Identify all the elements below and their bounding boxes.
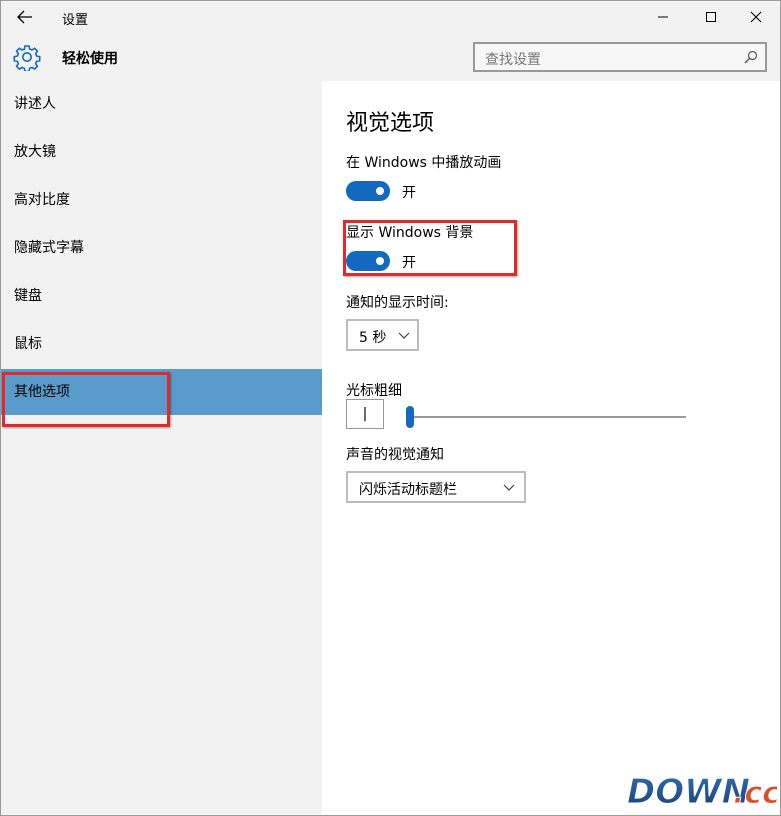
animation-label: 在 Windows 中播放动画 xyxy=(346,155,502,171)
visual-notification-label: 声音的视觉通知 xyxy=(346,447,444,463)
search-icon[interactable] xyxy=(743,49,759,65)
notification-duration-dropdown[interactable]: 5 秒 xyxy=(346,319,419,351)
main-content: 视觉选项 在 Windows 中播放动画 开 显示 Windows 背景 开 通… xyxy=(322,81,780,815)
chevron-down-icon xyxy=(503,484,515,491)
search-placeholder: 查找设置 xyxy=(485,52,541,68)
maximize-button[interactable] xyxy=(689,1,733,33)
notification-duration-value: 5 秒 xyxy=(359,330,387,346)
visual-notification-value: 闪烁活动标题栏 xyxy=(359,482,457,498)
sidebar-item-keyboard[interactable]: 键盘 xyxy=(1,273,322,319)
sidebar: 讲述人 放大镜 高对比度 隐藏式字幕 键盘 鼠标 其他选项 xyxy=(1,81,322,815)
animation-toggle-state: 开 xyxy=(402,185,416,201)
section-title: 视觉选项 xyxy=(346,111,435,136)
sidebar-item-label: 讲述人 xyxy=(14,96,56,112)
sidebar-item-label: 键盘 xyxy=(14,288,42,304)
cursor-thickness-label: 光标粗细 xyxy=(346,383,402,399)
cursor-thickness-slider[interactable] xyxy=(406,416,686,418)
slider-thumb[interactable] xyxy=(406,406,414,428)
sidebar-item-narrator[interactable]: 讲述人 xyxy=(1,81,322,127)
sidebar-item-label: 高对比度 xyxy=(14,192,70,208)
back-arrow-icon xyxy=(17,10,32,24)
minimize-icon xyxy=(658,16,668,18)
back-button[interactable] xyxy=(9,5,41,29)
cursor-thickness-preview: | xyxy=(346,399,384,429)
gear-icon xyxy=(13,45,41,71)
close-button[interactable] xyxy=(734,1,778,33)
page-header: 轻松使用 查找设置 xyxy=(1,33,780,81)
sidebar-item-closed-captions[interactable]: 隐藏式字幕 xyxy=(1,225,322,271)
title-bar: 设置 xyxy=(1,1,780,33)
sidebar-item-mouse[interactable]: 鼠标 xyxy=(1,321,322,367)
animation-toggle[interactable] xyxy=(346,181,390,201)
toggle-knob xyxy=(376,187,384,195)
sidebar-item-label: 放大镜 xyxy=(14,144,56,160)
close-icon xyxy=(750,11,762,23)
sidebar-item-label: 鼠标 xyxy=(14,336,42,352)
settings-window: 设置 轻松使用 查找设置 讲述人 放大镜 高对比度 隐藏式字幕 键盘 鼠标 其他… xyxy=(0,0,781,816)
sidebar-item-label: 隐藏式字幕 xyxy=(14,240,84,256)
window-title: 设置 xyxy=(62,13,89,28)
chevron-down-icon xyxy=(398,332,410,339)
highlight-box-background xyxy=(343,220,517,276)
minimize-button[interactable] xyxy=(641,1,685,33)
sidebar-item-magnifier[interactable]: 放大镜 xyxy=(1,129,322,175)
page-title: 轻松使用 xyxy=(62,51,118,67)
sidebar-item-high-contrast[interactable]: 高对比度 xyxy=(1,177,322,223)
search-box[interactable]: 查找设置 xyxy=(473,42,767,72)
visual-notification-dropdown[interactable]: 闪烁活动标题栏 xyxy=(346,471,526,503)
notification-duration-label: 通知的显示时间: xyxy=(346,295,449,311)
svg-text:.cc: .cc xyxy=(733,776,777,811)
svg-text:DOWN: DOWN xyxy=(627,772,750,811)
highlight-box-other-options xyxy=(2,372,170,427)
down-cc-watermark-logo: DOWN .cc xyxy=(627,772,778,812)
maximize-icon xyxy=(706,12,716,22)
